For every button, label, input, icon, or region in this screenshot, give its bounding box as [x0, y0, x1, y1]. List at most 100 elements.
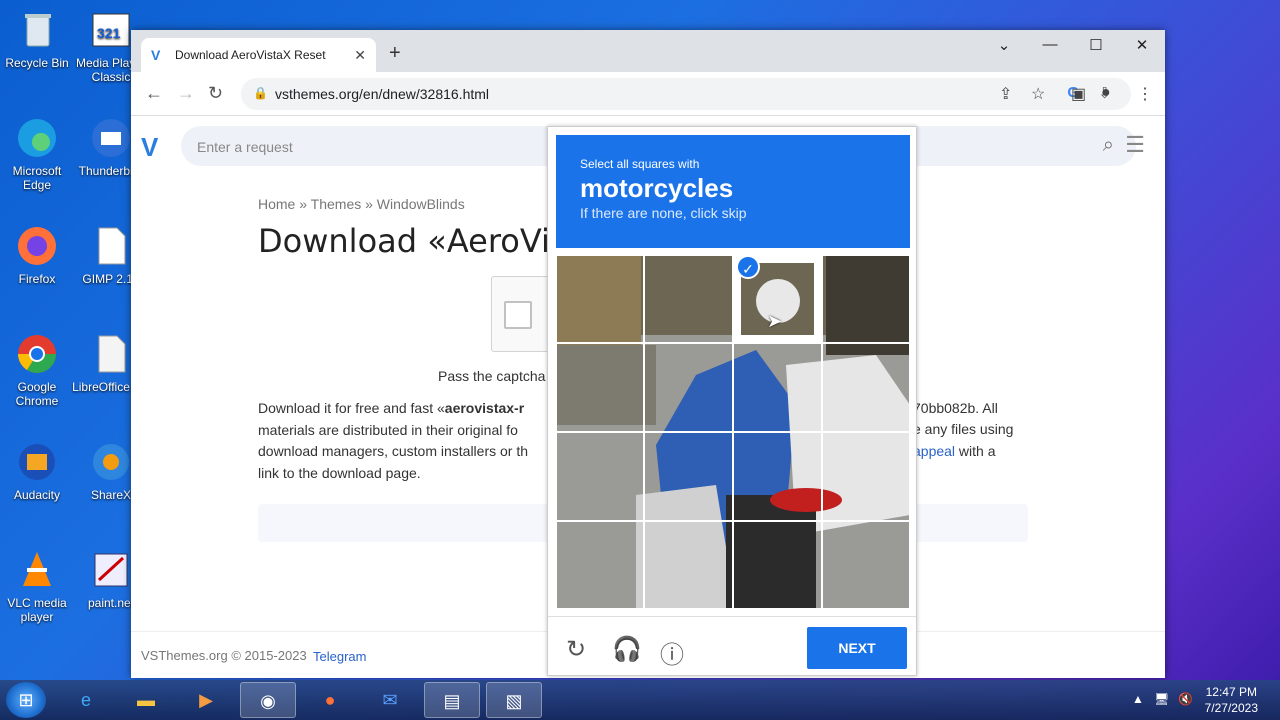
audio-challenge-icon[interactable]: 🎧: [612, 635, 642, 664]
profile-icon[interactable]: ●: [1101, 84, 1111, 102]
close-window-button[interactable]: ✕: [1119, 36, 1165, 54]
captcha-tile[interactable]: [733, 521, 822, 609]
next-button[interactable]: NEXT: [807, 627, 907, 669]
captcha-header: Select all squares with motorcycles If t…: [556, 135, 910, 248]
captcha-tile[interactable]: [644, 432, 733, 521]
taskbar-explorer-icon[interactable]: ▬: [118, 682, 174, 718]
taskbar-thunderbird-icon[interactable]: ✉: [362, 682, 418, 718]
reload-button[interactable]: ↻: [208, 83, 223, 104]
captcha-prompt-text: Pass the captcha: [438, 368, 546, 384]
reload-challenge-icon[interactable]: ↻: [566, 635, 586, 664]
desktop-icon-edge[interactable]: Microsoft Edge: [0, 116, 76, 192]
search-placeholder: Enter a request: [197, 139, 293, 155]
desktop-icon-label: Firefox: [18, 272, 56, 286]
breadcrumb[interactable]: Home » Themes » WindowBlinds: [258, 196, 465, 212]
desktop-icon-vlc[interactable]: VLC media player: [0, 548, 76, 624]
tab-active[interactable]: V Download AeroVistaX Reset ✕: [141, 38, 376, 72]
search-icon[interactable]: ⌕: [1103, 134, 1114, 157]
taskbar-chrome-icon[interactable]: ◉: [240, 682, 296, 718]
captcha-tile[interactable]: [556, 343, 644, 432]
thunderbird-icon: [89, 116, 133, 160]
clock-date: 7/27/2023: [1204, 701, 1258, 715]
bookmark-star-icon[interactable]: ☆: [1031, 84, 1045, 104]
desktop-icon-label: Microsoft Edge: [12, 164, 62, 192]
captcha-tile[interactable]: [556, 255, 644, 343]
captcha-tile[interactable]: [822, 255, 910, 343]
para-appeal: appeal with a: [913, 441, 996, 463]
captcha-footer: ↻ 🎧 ⓘ NEXT: [548, 616, 916, 676]
forward-button[interactable]: →: [177, 83, 195, 104]
site-logo[interactable]: V: [141, 132, 158, 163]
captcha-hint: If there are none, click skip: [580, 205, 747, 221]
desktop-icon-label: Google Chrome: [15, 380, 59, 408]
minimize-button[interactable]: —: [1027, 36, 1073, 53]
browser-toolbar: ← → ↻ 🔒 vsthemes.org/en/dnew/32816.html …: [131, 72, 1165, 116]
back-button[interactable]: ←: [145, 83, 163, 104]
telegram-link[interactable]: Telegram: [313, 649, 366, 664]
svg-text:321: 321: [97, 25, 121, 41]
desktop-icon-label: Recycle Bin: [5, 56, 69, 70]
maximize-button[interactable]: ☐: [1073, 36, 1119, 54]
captcha-tile[interactable]: [644, 521, 733, 609]
address-bar[interactable]: 🔒 vsthemes.org/en/dnew/32816.html G ⇩: [241, 78, 1131, 110]
para-text: with a: [955, 443, 996, 459]
captcha-tile[interactable]: [556, 521, 644, 609]
url-text: vsthemes.org/en/dnew/32816.html: [275, 86, 490, 102]
recycle-bin-icon: [15, 8, 59, 52]
new-tab-button[interactable]: +: [389, 42, 401, 65]
close-tab-icon[interactable]: ✕: [354, 47, 366, 64]
captcha-tile[interactable]: [822, 343, 910, 432]
tray-expand-icon[interactable]: ▲: [1132, 692, 1144, 706]
captcha-tile[interactable]: [822, 432, 910, 521]
vlc-icon: [15, 548, 59, 592]
appeal-link[interactable]: appeal: [913, 443, 955, 459]
captcha-tile[interactable]: [644, 255, 733, 343]
taskbar-media-icon[interactable]: ▶: [178, 682, 234, 718]
system-clock[interactable]: 12:47 PM 7/27/2023: [1205, 684, 1258, 716]
mouse-cursor-icon: ➤: [767, 311, 783, 331]
captcha-image-grid: ✓ ➤: [556, 255, 910, 609]
taskbar-mpc-icon[interactable]: ▤: [424, 682, 480, 718]
para-text: e any files using: [913, 421, 1014, 437]
captcha-tile[interactable]: [556, 432, 644, 521]
desktop-icon-firefox[interactable]: Firefox: [0, 224, 76, 286]
copyright-text: VSThemes.org © 2015-2023: [141, 648, 307, 663]
share-icon[interactable]: ⇪: [999, 84, 1012, 104]
desktop-icon-audacity[interactable]: Audacity: [0, 440, 76, 502]
taskbar-paintnet-icon[interactable]: ▧: [486, 682, 542, 718]
captcha-tile[interactable]: [644, 343, 733, 432]
captcha-tile[interactable]: [822, 521, 910, 609]
lock-icon: 🔒: [253, 86, 268, 100]
network-icon[interactable]: 🖥: [1154, 692, 1169, 706]
captcha-tile[interactable]: [733, 432, 822, 521]
edge-icon: [15, 116, 59, 160]
tile-selected-check-icon: ✓: [736, 255, 760, 279]
volume-muted-icon[interactable]: 🔇: [1178, 692, 1193, 706]
captcha-challenge: Select all squares with motorcycles If t…: [547, 126, 917, 676]
side-panel-icon[interactable]: ▣: [1071, 84, 1086, 104]
para-text: Download it for free and fast «: [258, 400, 445, 416]
taskbar-ie-icon[interactable]: e: [58, 682, 114, 718]
clock-time: 12:47 PM: [1205, 685, 1257, 699]
desktop-icon-recycle-bin[interactable]: Recycle Bin: [0, 8, 76, 70]
captcha-tile[interactable]: [733, 343, 822, 432]
hamburger-menu-icon[interactable]: ☰: [1125, 132, 1145, 158]
recaptcha-checkbox[interactable]: [504, 301, 532, 329]
desktop-icon-chrome[interactable]: Google Chrome: [0, 332, 76, 408]
desktop-icon-label: ShareX: [90, 488, 132, 502]
para-text: 70bb082b. All: [913, 400, 998, 416]
desktop-icon-label: paint.net: [87, 596, 135, 610]
file-icon: [89, 332, 133, 376]
start-button[interactable]: ⊞: [6, 682, 46, 718]
desktop-icon-label: Audacity: [13, 488, 61, 502]
tab-bar: V Download AeroVistaX Reset ✕ + ⌄ — ☐ ✕: [131, 30, 1165, 72]
tab-search-icon[interactable]: ⌄: [981, 36, 1027, 54]
chrome-icon: [15, 332, 59, 376]
menu-icon[interactable]: ⋮: [1137, 84, 1153, 104]
vsthemes-favicon: V: [151, 47, 161, 63]
paintnet-icon: [89, 548, 133, 592]
captcha-instruction: Select all squares with: [580, 157, 700, 171]
info-icon[interactable]: ⓘ: [660, 635, 684, 670]
taskbar-firefox-icon[interactable]: ●: [302, 682, 358, 718]
captcha-target: motorcycles: [580, 173, 734, 203]
